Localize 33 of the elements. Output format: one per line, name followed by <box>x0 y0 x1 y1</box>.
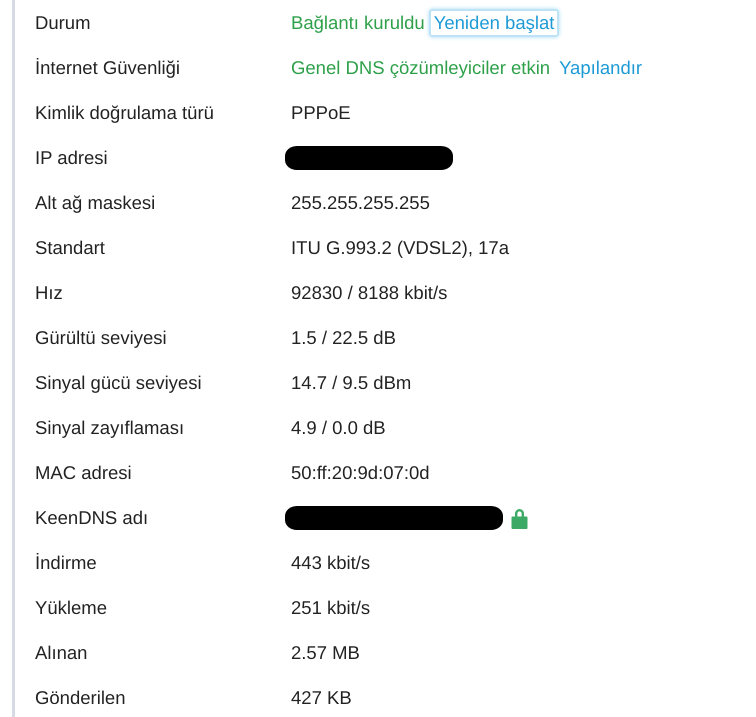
field-label: İndirme <box>35 552 98 574</box>
field-label: Sinyal zayıflaması <box>35 416 186 438</box>
field-value: 4.9 / 0.0 dB <box>291 416 386 438</box>
action-link[interactable]: Yeniden başlat <box>428 8 560 36</box>
field-label: Kimlik doğrulama türü <box>35 102 215 124</box>
field-label: Hız <box>35 282 64 304</box>
field-value: 443 kbit/s <box>291 552 370 574</box>
field-label: Alt ağ maskesi <box>35 192 156 214</box>
field-label: Gönderilen <box>35 686 127 708</box>
field-value: ITU G.993.2 (VDSL2), 17a <box>291 236 509 258</box>
field-label: KeenDNS adı <box>35 506 150 528</box>
field-label: Yükleme <box>35 596 108 618</box>
action-link[interactable]: Yapılandır <box>554 54 648 82</box>
field-label: İnternet Güvenliği <box>35 56 182 78</box>
status-text: Bağlantı kuruldu <box>291 12 425 34</box>
field-label: Gürültü seviyesi <box>35 326 168 348</box>
field-value: 1.5 / 22.5 dB <box>291 326 396 348</box>
field-label: Durum <box>35 12 92 34</box>
field-label: Alınan <box>35 642 88 664</box>
lock-icon <box>511 506 528 528</box>
field-value: 255.255.255.255 <box>291 192 430 214</box>
field-label: Sinyal gücü seviyesi <box>35 372 203 394</box>
field-value: PPPoE <box>291 102 351 124</box>
field-value: 251 kbit/s <box>291 596 370 618</box>
field-value: 2.57 MB <box>291 642 360 664</box>
field-label: Standart <box>35 236 106 258</box>
field-value: 92830 / 8188 kbit/s <box>291 282 448 304</box>
field-value: 50:ff:20:9d:07:0d <box>291 462 430 484</box>
status-text: Genel DNS çözümleyiciler etkin <box>291 56 550 78</box>
field-label: MAC adresi <box>35 462 133 484</box>
field-value: 14.7 / 9.5 dBm <box>291 372 412 394</box>
field-value: 427 KB <box>291 686 352 708</box>
field-label: IP adresi <box>35 146 109 168</box>
